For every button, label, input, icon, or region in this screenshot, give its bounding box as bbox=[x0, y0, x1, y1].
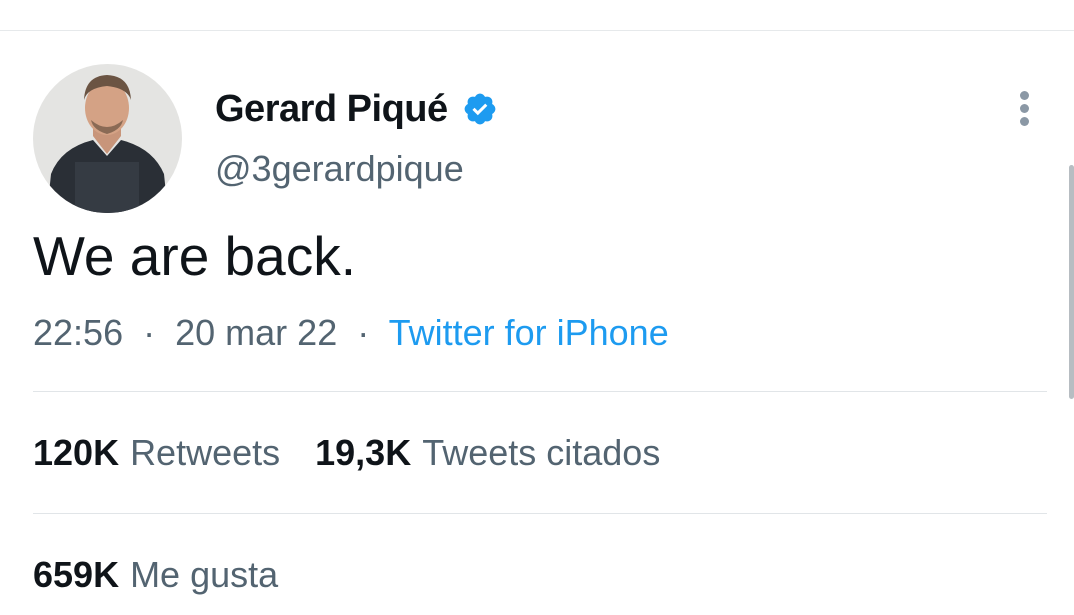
divider bbox=[33, 391, 1047, 392]
divider bbox=[33, 513, 1047, 514]
retweets-stat[interactable]: 120K Retweets bbox=[33, 432, 280, 474]
tweet-date[interactable]: 20 mar 22 bbox=[175, 312, 337, 353]
tweet-source-link[interactable]: Twitter for iPhone bbox=[389, 312, 669, 353]
likes-label: Me gusta bbox=[130, 554, 279, 595]
tweet-time[interactable]: 22:56 bbox=[33, 312, 123, 353]
more-options-button[interactable] bbox=[1005, 86, 1045, 130]
author-display-name[interactable]: Gerard Piqué bbox=[215, 88, 448, 131]
likes-stat[interactable]: 659K Me gusta bbox=[33, 554, 278, 596]
quote-tweets-label: Tweets citados bbox=[422, 432, 661, 473]
retweets-label: Retweets bbox=[130, 432, 281, 473]
author-name-row[interactable]: Gerard Piqué bbox=[215, 84, 498, 134]
more-vertical-icon bbox=[1020, 91, 1029, 100]
stats-row-likes: 659K Me gusta bbox=[33, 554, 278, 596]
verified-badge-icon bbox=[462, 91, 498, 127]
avatar[interactable] bbox=[33, 64, 182, 213]
quote-tweets-stat[interactable]: 19,3K Tweets citados bbox=[315, 432, 660, 474]
quote-tweets-count: 19,3K bbox=[315, 432, 412, 473]
more-dot bbox=[1020, 117, 1029, 126]
stats-row-shares: 120K Retweets 19,3K Tweets citados bbox=[33, 432, 660, 474]
more-dot bbox=[1020, 104, 1029, 113]
likes-count: 659K bbox=[33, 554, 120, 595]
author-handle[interactable]: @3gerardpique bbox=[215, 148, 464, 190]
tweet-meta: 22:56 · 20 mar 22 · Twitter for iPhone bbox=[33, 312, 669, 354]
meta-separator: · bbox=[143, 312, 156, 353]
profile-photo bbox=[33, 64, 182, 213]
scrollbar-thumb[interactable] bbox=[1069, 165, 1074, 399]
retweets-count: 120K bbox=[33, 432, 120, 473]
tweet-text: We are back. bbox=[33, 225, 357, 287]
meta-separator: · bbox=[357, 312, 370, 353]
top-divider bbox=[0, 30, 1074, 31]
